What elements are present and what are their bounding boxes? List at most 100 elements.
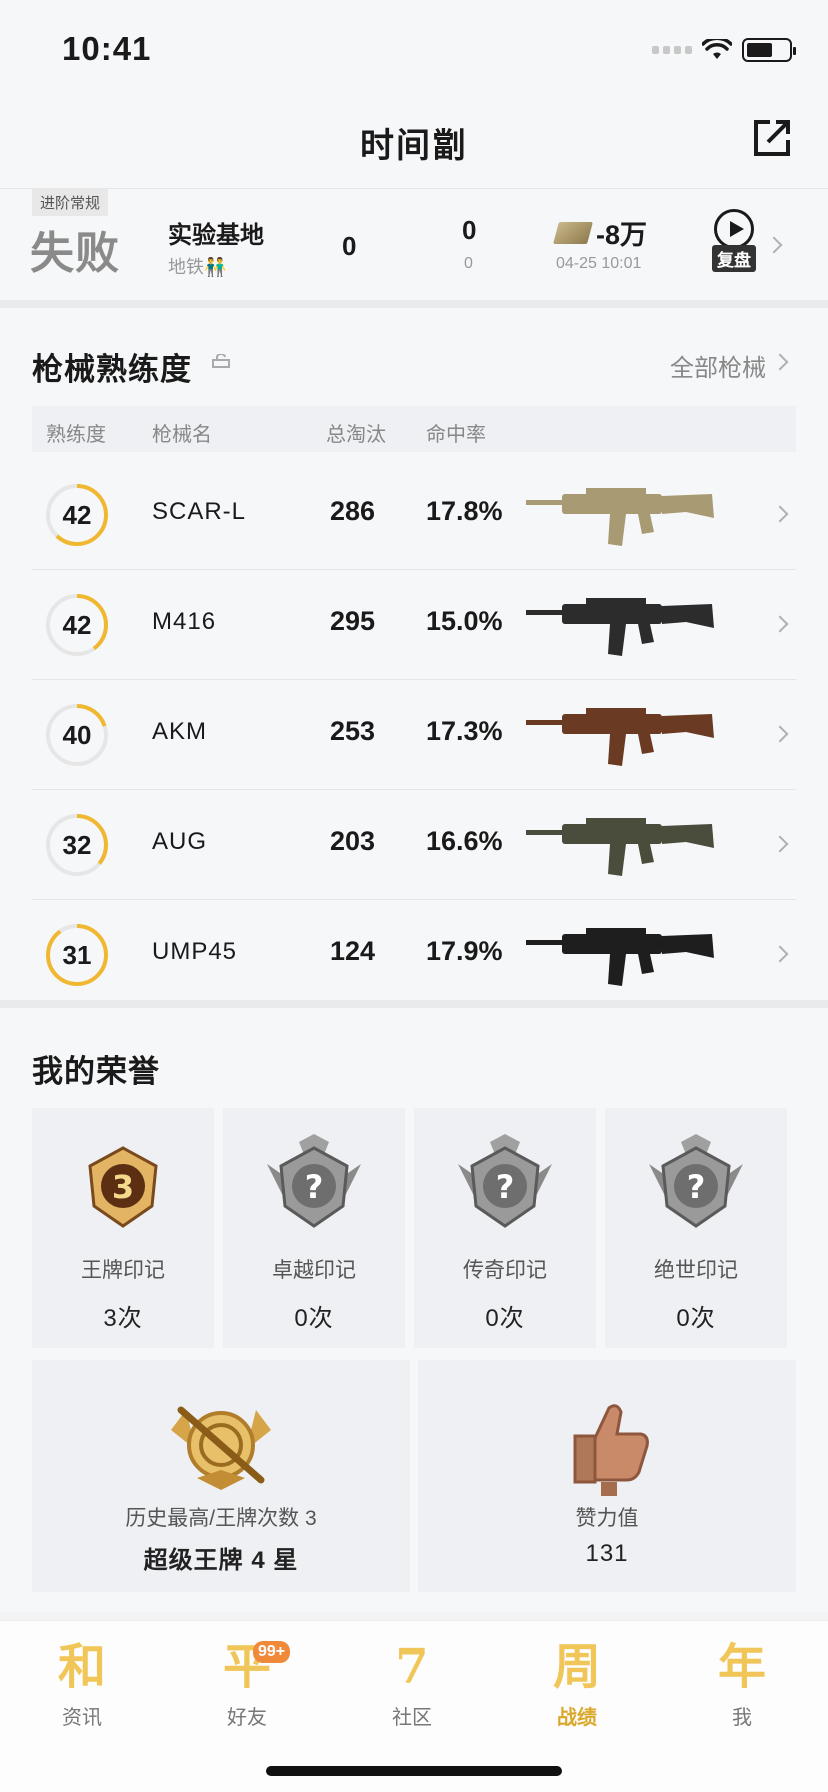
tab-icon-glyph: 7 [395, 1639, 429, 1695]
honor-section: 我的荣誉 3 王牌印记 3次 ? 卓越印记 0次? 传奇印记 0次? 绝世印记 0次 历史最高/王… [0, 1008, 828, 1612]
honor-badge-name: 王牌印记 [81, 1259, 165, 1282]
likes-card[interactable]: 赞力值 131 [418, 1360, 796, 1592]
wifi-icon [702, 39, 732, 59]
weapon-accuracy: 17.9% [426, 936, 503, 966]
weapon-total-kills: 203 [330, 826, 376, 856]
notification-badge: 99+ [253, 1641, 291, 1663]
proficiency-level: 40 [62, 720, 92, 750]
tab-2[interactable]: 7 社区 [352, 1637, 472, 1730]
match-date: 04-25 10:01 [556, 255, 642, 272]
weapon-table-header: 熟练度 枪械名 总淘汰 命中率 [32, 406, 796, 452]
section-title-honor: 我的荣誉 [32, 1054, 160, 1089]
weapon-row[interactable]: 32 AUG 203 16.6% [32, 790, 796, 900]
col-total-kills: 总淘汰 [326, 424, 386, 446]
share-icon[interactable] [750, 116, 794, 160]
weapon-row[interactable]: 31 UMP45 124 17.9% [32, 900, 796, 1010]
honor-badge-count: 0次 [485, 1305, 525, 1332]
peerless-badge-icon: ? [649, 1134, 743, 1228]
weapon-accuracy: 15.0% [426, 606, 503, 636]
tab-label: 社区 [392, 1707, 432, 1729]
match-mode-tag: 进阶常规 [32, 189, 109, 216]
col-proficiency: 熟练度 [46, 424, 106, 446]
home-indicator [266, 1766, 562, 1776]
tab-icon: 周 [517, 1637, 637, 1697]
weapon-name: AKM [152, 718, 208, 745]
tab-0[interactable]: 和资讯 [22, 1637, 142, 1730]
cellular-signal-icon [652, 46, 692, 54]
weapon-image-icon [526, 928, 714, 986]
honor-badge-name: 传奇印记 [463, 1259, 547, 1282]
chevron-right-icon [771, 353, 789, 371]
tab-icon-glyph: 年 [717, 1639, 766, 1695]
tab-label: 我 [732, 1707, 752, 1729]
weapon-accuracy: 17.8% [426, 496, 503, 526]
match-kills: 0 [342, 231, 357, 261]
weapon-accuracy: 17.3% [426, 716, 503, 746]
proficiency-level: 42 [62, 500, 92, 530]
honor-badge-name: 绝世印记 [654, 1259, 738, 1282]
page-title: 时间劏 [360, 127, 468, 165]
super-ace-emblem-icon [171, 1406, 271, 1490]
chevron-right-icon [771, 615, 789, 633]
tab-4[interactable]: 年我 [682, 1637, 802, 1730]
all-weapons-link[interactable]: 全部枪械 [670, 348, 766, 383]
page-header: 时间劏 [0, 96, 828, 188]
lock-icon [212, 354, 230, 368]
highest-rank-value: 超级王牌 4 星 [143, 1547, 299, 1574]
likes-value: 131 [585, 1540, 629, 1567]
honor-badge-count: 0次 [676, 1305, 716, 1332]
proficiency-level: 31 [62, 940, 92, 970]
weapon-name: SCAR-L [152, 498, 247, 525]
latest-match-card[interactable]: 进阶常规 失败 实验基地 地铁👬 0 0 0 -8万 04-25 10:01 复… [0, 188, 828, 300]
weapon-row[interactable]: 42 M416 295 15.0% [32, 570, 796, 680]
tab-icon: 和 [22, 1637, 142, 1697]
honor-badge-card[interactable]: ? 绝世印记 0次 [605, 1108, 787, 1348]
tab-icon: 平 99+ [187, 1637, 307, 1697]
svg-text:?: ? [496, 1168, 515, 1206]
replay-play-icon [714, 209, 754, 249]
tab-icon: 7 [352, 1637, 472, 1697]
section-divider [0, 300, 828, 308]
replay-label: 复盘 [712, 245, 756, 272]
honor-badge-card[interactable]: ? 传奇印记 0次 [414, 1108, 596, 1348]
weapon-image-icon [526, 708, 714, 766]
weapon-proficiency-section: 枪械熟练度 全部枪械 熟练度 枪械名 总淘汰 命中率 42 SCAR-L 286 17… [0, 308, 828, 1010]
highest-rank-label: 历史最高/王牌次数 3 [125, 1507, 317, 1530]
battery-icon [742, 38, 796, 62]
weapon-name: UMP45 [152, 938, 238, 965]
col-accuracy: 命中率 [426, 424, 486, 446]
tab-1[interactable]: 平 99+ 好友 [187, 1637, 307, 1730]
match-submode: 地铁👬 [168, 257, 227, 277]
weapon-row[interactable]: 40 AKM 253 17.3% [32, 680, 796, 790]
status-time: 10:41 [62, 30, 152, 67]
tab-icon-glyph: 周 [552, 1639, 601, 1695]
highest-rank-card[interactable]: 历史最高/王牌次数 3 超级王牌 4 星 [32, 1360, 410, 1592]
weapon-name: AUG [152, 828, 208, 855]
tab-icon: 年 [682, 1637, 802, 1697]
proficiency-level: 42 [62, 610, 92, 640]
weapon-row[interactable]: 42 SCAR-L 286 17.8% [32, 460, 796, 570]
status-icons [652, 38, 796, 62]
tab-label: 资讯 [62, 1707, 102, 1729]
honor-badge-count: 0次 [294, 1305, 334, 1332]
chevron-right-icon [771, 505, 789, 523]
chevron-right-icon [771, 835, 789, 853]
weapon-total-kills: 295 [330, 606, 376, 636]
weapon-accuracy: 16.6% [426, 826, 503, 856]
likes-label: 赞力值 [575, 1507, 639, 1530]
svg-text:?: ? [687, 1168, 706, 1206]
section-divider [0, 1000, 828, 1008]
replay-button[interactable]: 复盘 [706, 209, 762, 272]
ace-badge-icon: 3 [88, 1146, 158, 1228]
proficiency-level: 32 [62, 830, 92, 860]
honor-badge-count: 3次 [103, 1305, 143, 1332]
tab-icon-glyph: 和 [57, 1639, 106, 1695]
weapon-image-icon [526, 598, 714, 656]
weapon-total-kills: 124 [330, 936, 376, 966]
chevron-right-icon [765, 236, 783, 254]
honor-badge-card[interactable]: 3 王牌印记 3次 [32, 1108, 214, 1348]
honor-badge-card[interactable]: ? 卓越印记 0次 [223, 1108, 405, 1348]
weapon-image-icon [526, 488, 714, 546]
section-title-weapons: 枪械熟练度 [32, 352, 192, 387]
tab-3[interactable]: 周战绩 [517, 1637, 637, 1730]
